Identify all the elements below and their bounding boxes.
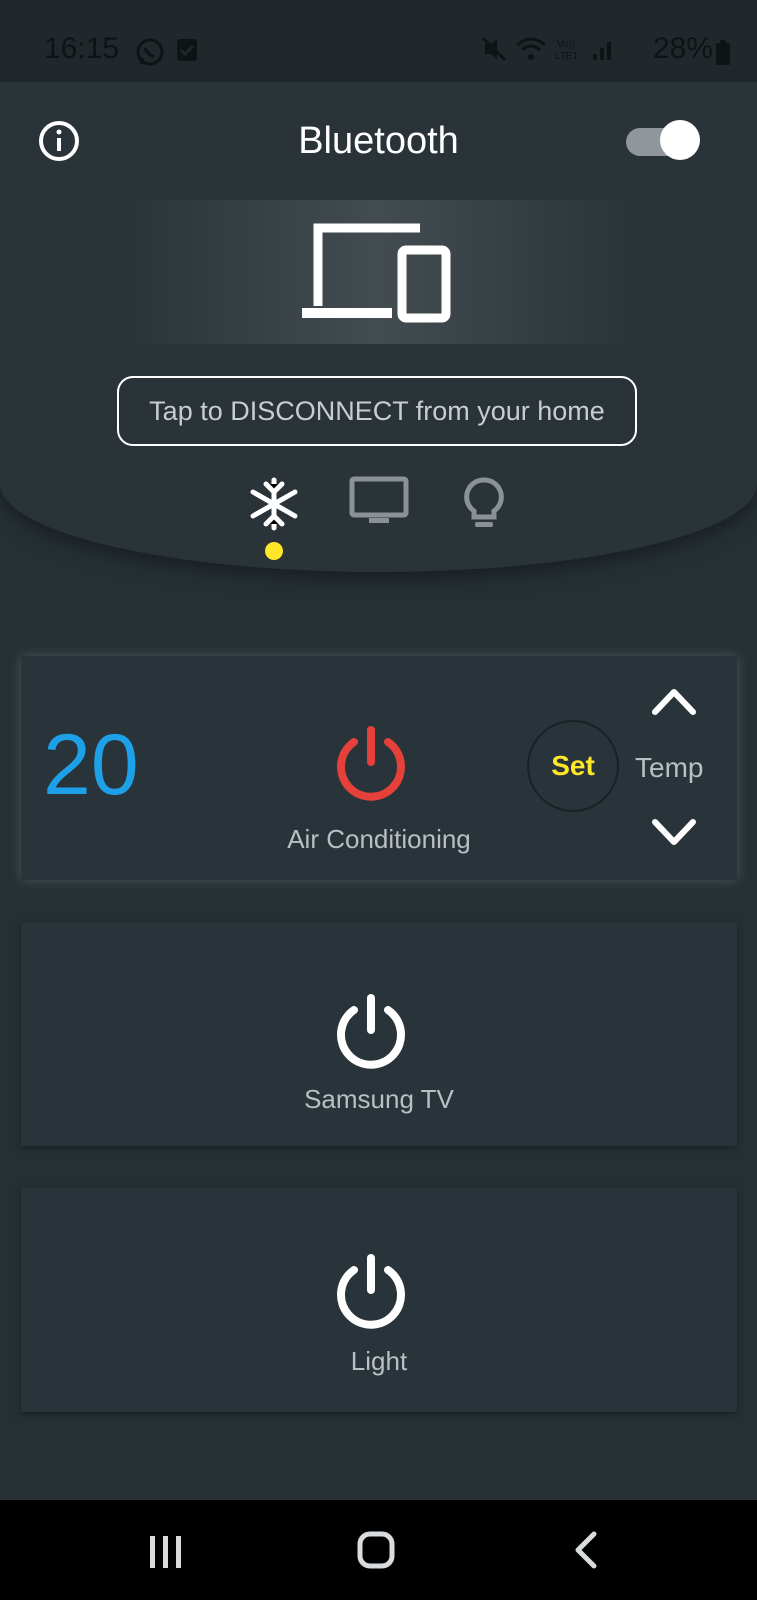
- back-icon[interactable]: [572, 1530, 600, 1575]
- mute-icon: [481, 36, 507, 62]
- toggle-knob: [660, 120, 700, 160]
- power-icon[interactable]: [332, 726, 410, 809]
- device-label: Samsung TV: [304, 1084, 454, 1114]
- active-mode-indicator: [265, 542, 283, 560]
- wifi-icon: [516, 37, 546, 60]
- power-icon[interactable]: [332, 994, 410, 1077]
- svg-text:LTE1: LTE1: [555, 51, 579, 62]
- disconnect-button[interactable]: Tap to DISCONNECT from your home: [117, 376, 637, 446]
- device-label: Air Conditioning: [287, 824, 471, 854]
- status-time: 16:15: [44, 32, 120, 65]
- volte-icon: Vo))LTE1: [555, 39, 579, 62]
- device-card-samsung-tv: Samsung TV: [21, 922, 737, 1146]
- device-card-air-conditioning: 20 Air Conditioning Set Temp: [21, 656, 737, 880]
- chevron-up-icon[interactable]: [651, 686, 697, 721]
- battery-percent: 28%: [652, 32, 713, 65]
- mode-selector: [0, 476, 757, 556]
- home-icon[interactable]: [356, 1530, 396, 1575]
- bluetooth-toggle[interactable]: [626, 120, 702, 160]
- devices-icon: [302, 223, 451, 323]
- signal-icon: [593, 42, 611, 60]
- tv-icon[interactable]: [349, 476, 409, 531]
- temperature-value: 20: [43, 717, 139, 813]
- status-bar: 16:15 Vo)) LTE1 28%: [0, 0, 757, 82]
- chevron-down-icon[interactable]: [651, 818, 697, 853]
- set-temp-button[interactable]: Set: [527, 720, 619, 812]
- hero-banner: [120, 200, 637, 344]
- status-icons: Vo)) LTE1: [481, 36, 617, 62]
- device-label: Light: [350, 1346, 408, 1376]
- recents-icon[interactable]: [148, 1532, 184, 1577]
- checkbox-icon: [176, 38, 198, 67]
- snowflake-icon[interactable]: [246, 476, 302, 537]
- device-card-light: Light: [21, 1188, 737, 1412]
- app-header: Bluetooth Tap to DISCONNECT from your ho…: [0, 82, 757, 572]
- battery-icon: [715, 40, 731, 71]
- whatsapp-icon: [134, 36, 166, 73]
- svg-text:Vo)): Vo)): [557, 39, 575, 50]
- system-nav-bar: [0, 1500, 757, 1600]
- temp-label: Temp: [635, 752, 704, 783]
- lightbulb-icon[interactable]: [462, 476, 506, 539]
- power-icon[interactable]: [332, 1254, 410, 1337]
